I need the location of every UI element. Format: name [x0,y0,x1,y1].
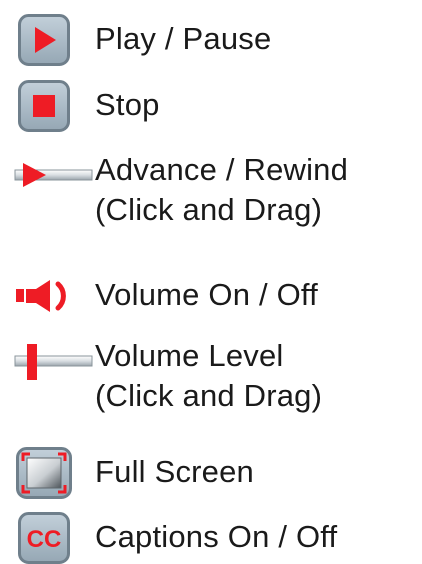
cc-icon: CC [18,512,70,564]
advance-rewind-label-line2: (Click and Drag) [95,192,323,227]
legend-item-advance-rewind: Advance / Rewind (Click and Drag) [0,150,422,246]
legend-item-full-screen: Full Screen [0,447,422,499]
legend-item-stop: Stop [0,80,422,132]
speaker-icon [16,280,66,312]
play-icon [18,14,70,66]
volume-toggle-label: Volume On / Off [95,277,318,312]
seek-slider-icon [14,163,93,187]
advance-rewind-label: Advance / Rewind (Click and Drag) [95,150,348,230]
volume-level-label-line2: (Click and Drag) [95,378,323,413]
volume-level-label: Volume Level (Click and Drag) [95,336,322,416]
fullscreen-icon [16,447,72,499]
captions-label: Captions On / Off [95,519,338,554]
legend-item-captions: CC Captions On / Off [0,512,422,564]
volume-level-label-line1: Volume Level [95,338,284,373]
cc-icon-text: CC [27,526,62,553]
full-screen-label: Full Screen [95,454,254,489]
play-pause-label: Play / Pause [95,21,272,56]
volume-slider-icon [14,344,93,380]
advance-rewind-label-line1: Advance / Rewind [95,152,349,187]
legend-item-volume-toggle: Volume On / Off [0,268,422,320]
legend-item-volume-level: Volume Level (Click and Drag) [0,336,422,432]
stop-label: Stop [95,87,160,122]
legend-item-play-pause: Play / Pause [0,14,422,66]
stop-icon [18,80,70,132]
